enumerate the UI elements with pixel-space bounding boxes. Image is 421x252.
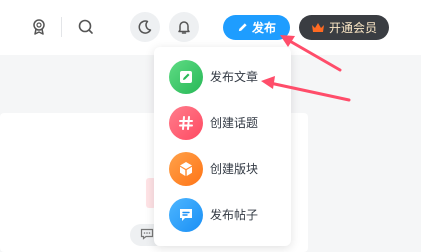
vip-membership-button[interactable]: 开通会员 — [299, 15, 389, 40]
toolbar-divider — [61, 17, 62, 37]
edit-icon — [169, 60, 203, 94]
menu-item-label: 发布帖子 — [210, 208, 259, 222]
menu-item-label: 创建话题 — [210, 116, 259, 130]
hashtag-icon — [169, 106, 203, 140]
menu-item-publish-post[interactable]: 发布帖子 — [154, 193, 291, 235]
award-icon[interactable] — [26, 14, 52, 40]
publish-button[interactable]: 发布 — [223, 15, 290, 40]
menu-item-create-topic[interactable]: 创建话题 — [154, 101, 291, 143]
pencil-icon — [238, 23, 247, 32]
menu-item-label: 发布文章 — [210, 70, 259, 84]
notifications-button[interactable] — [169, 12, 199, 42]
cube-icon — [169, 152, 203, 186]
comment-icon — [140, 228, 154, 240]
vip-button-label: 开通会员 — [328, 21, 377, 35]
search-icon[interactable] — [73, 14, 99, 40]
crown-icon — [311, 22, 324, 32]
menu-item-publish-article[interactable]: 发布文章 — [154, 55, 291, 97]
moon-icon — [138, 20, 152, 34]
publish-dropdown-menu: 发布文章 创建话题 创建版块 发布帖子 — [154, 47, 291, 246]
chat-icon — [169, 198, 203, 232]
menu-item-create-section[interactable]: 创建版块 — [154, 147, 291, 189]
bell-icon — [178, 21, 190, 34]
menu-item-label: 创建版块 — [210, 162, 259, 176]
theme-toggle-button[interactable] — [130, 12, 160, 42]
publish-button-label: 发布 — [251, 21, 276, 35]
